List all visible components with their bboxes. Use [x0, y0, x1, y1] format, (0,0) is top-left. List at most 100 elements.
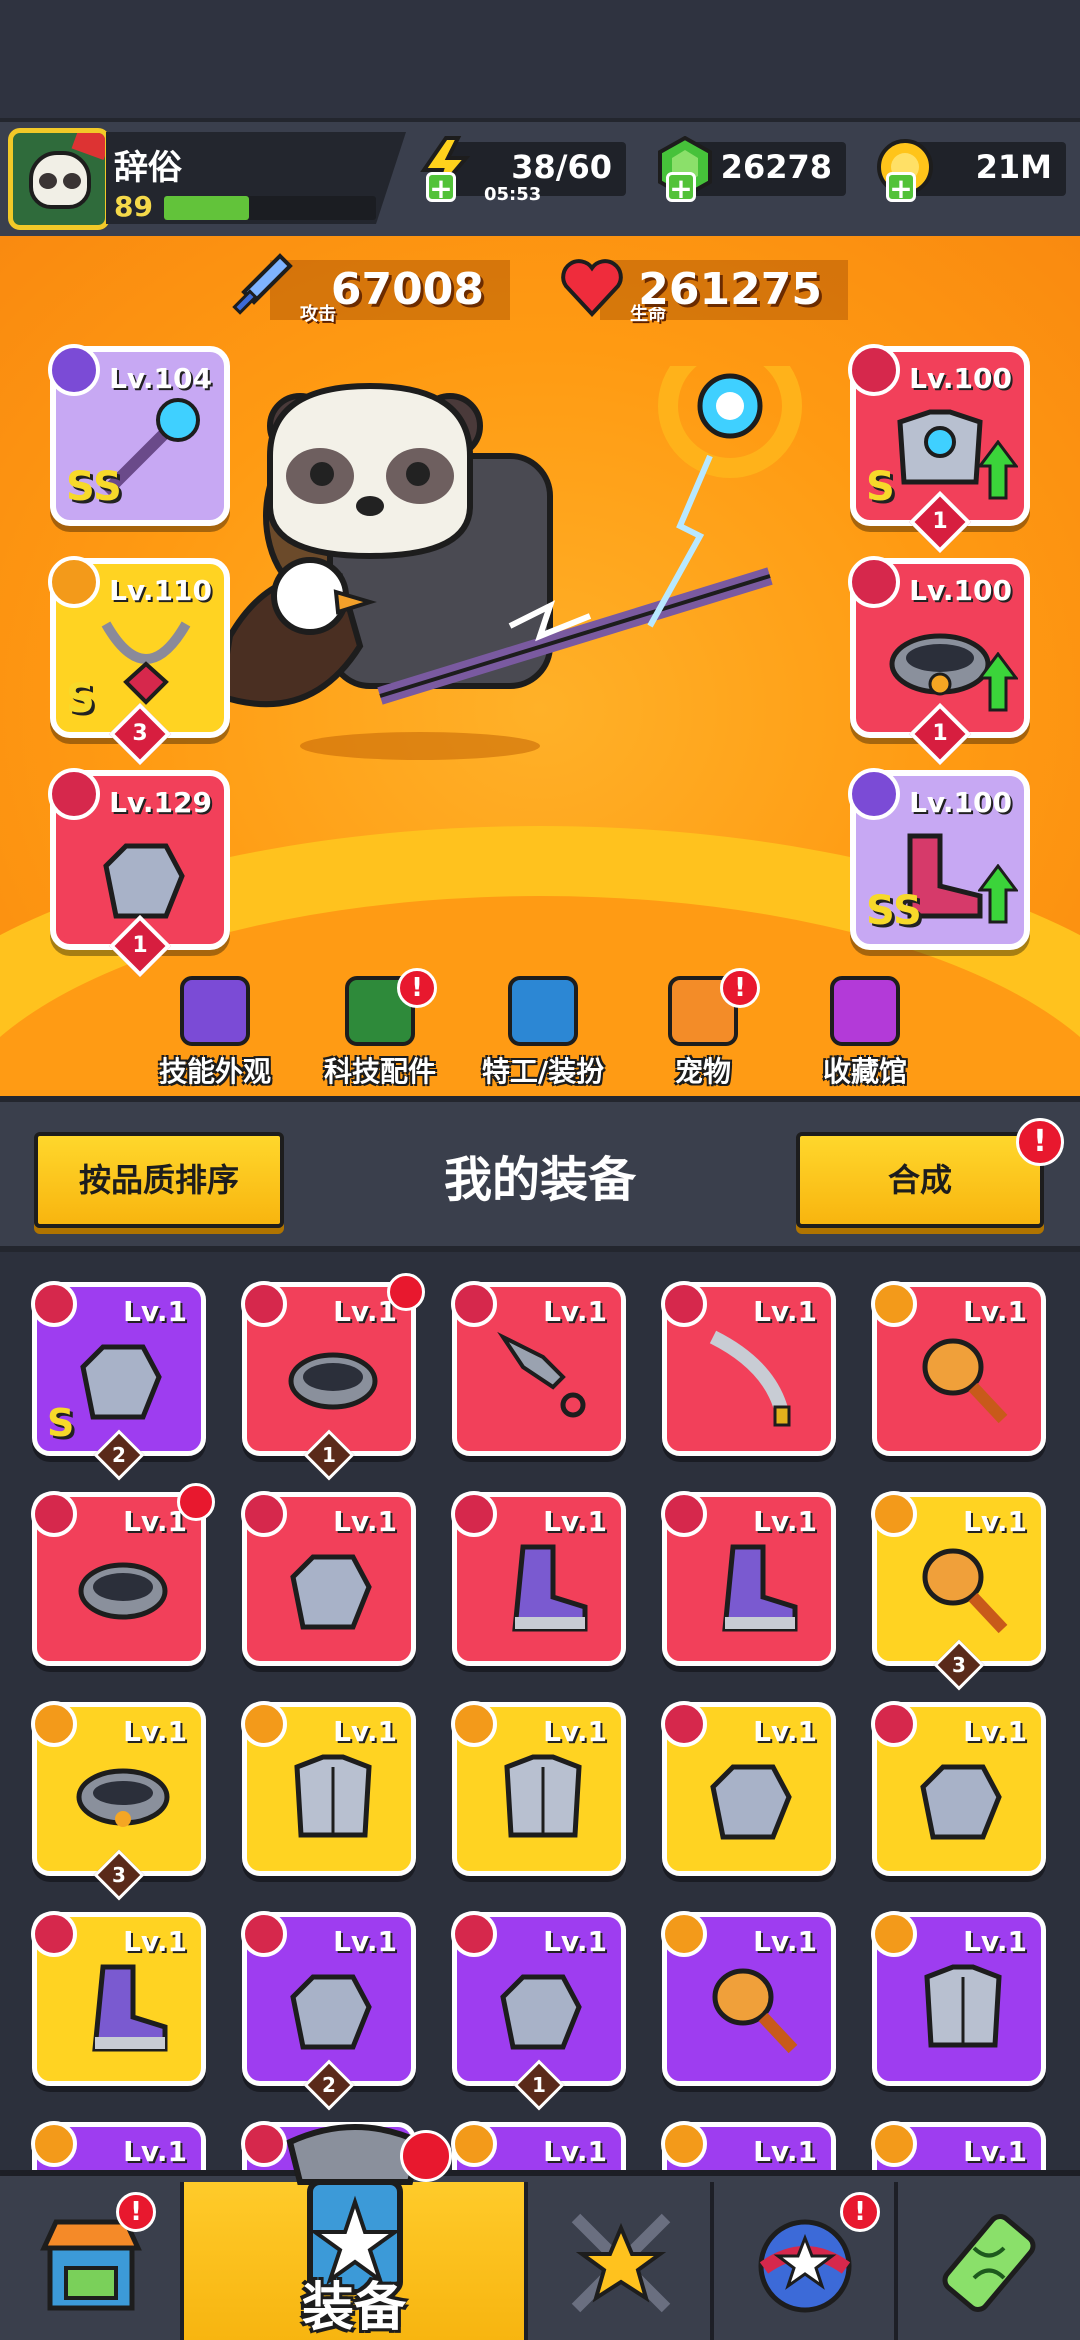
- attack-stat: 攻击 67008: [232, 253, 510, 325]
- belt-type-icon: [848, 556, 900, 608]
- star-count-text: 3: [132, 721, 148, 746]
- agent-outfit-icon: [508, 976, 578, 1046]
- inventory-item[interactable]: Lv.1 2: [241, 1911, 416, 2111]
- inventory-item[interactable]: Lv.1: [31, 2121, 206, 2172]
- equipped-slot-belt[interactable]: Lv.100 1: [848, 556, 1030, 766]
- hero-showcase: 攻击 67008 生命 261275 Lv.104 SS Lv.110 S 3 …: [0, 236, 1080, 1096]
- inventory-item[interactable]: Lv.1: [871, 2121, 1046, 2172]
- nav-shop[interactable]: !: [0, 2182, 184, 2340]
- glove-icon: [290, 1974, 372, 2050]
- item-new-badge: [177, 1483, 215, 1521]
- attack-value: 67008: [330, 264, 484, 315]
- item-level: Lv.1: [543, 1715, 607, 1748]
- heart-icon: [561, 259, 623, 317]
- shortcut-agent-outfit[interactable]: 特工/装扮: [468, 976, 618, 1096]
- item-star-count: 2: [93, 1429, 145, 1481]
- item-level: Lv.1: [963, 1925, 1027, 1958]
- item-type-icon: [31, 1911, 77, 1957]
- item-star-count: 3: [933, 1639, 985, 1691]
- upgrade-arrow-icon: [978, 440, 1018, 500]
- bottom-navigation: ! 装备 !: [0, 2124, 1080, 2340]
- shortcut-label: 收藏馆: [822, 1055, 907, 1088]
- boots-icon: [722, 1544, 798, 1632]
- item-level: Lv.1: [963, 2135, 1027, 2168]
- shortcut-label: 特工/装扮: [481, 1055, 605, 1088]
- shortcut-label: 宠物: [674, 1055, 731, 1088]
- item-rank: S: [47, 1401, 75, 1445]
- star-count-text: 1: [932, 721, 948, 746]
- equipped-slot-glove[interactable]: Lv.129 1: [48, 768, 230, 978]
- inventory-item[interactable]: Lv.1: [451, 1491, 626, 1666]
- inventory-item[interactable]: Lv.1 1: [241, 1273, 425, 1481]
- armor-icon: [924, 1964, 1002, 2048]
- belt-icon: [76, 1768, 170, 1827]
- inventory-item[interactable]: Lv.1: [241, 1701, 416, 1876]
- nav-lab[interactable]: [898, 2182, 1080, 2340]
- inventory-item[interactable]: Lv.1: [661, 1491, 836, 1666]
- star-count-text: 1: [132, 933, 148, 958]
- tech-parts-alert-badge: !: [397, 968, 437, 1008]
- item-star-count: 2: [303, 2059, 355, 2111]
- item-count-text: 1: [532, 2073, 546, 2097]
- equipment-header: 按品质排序 我的装备 合成 !: [0, 1096, 1080, 1252]
- inventory-item[interactable]: Lv.1 S 2: [31, 1281, 206, 1481]
- item-level: Lv.1: [333, 1505, 397, 1538]
- upgrade-arrow-icon: [978, 864, 1018, 924]
- nav-events[interactable]: !: [714, 2182, 898, 2340]
- shortcut-collection[interactable]: 收藏馆: [790, 976, 940, 1096]
- collection-chest-icon: [830, 976, 900, 1046]
- inventory-item[interactable]: Lv.1 3: [31, 1701, 206, 1901]
- item-count-text: 3: [952, 1653, 966, 1677]
- equipped-slot-armor[interactable]: Lv.100 S 1: [848, 344, 1030, 554]
- glove-icon: [500, 1974, 582, 2050]
- coins-counter[interactable]: + 21M: [877, 139, 1066, 203]
- item-level: Lv.1: [123, 1295, 187, 1328]
- equipped-slot-weapon[interactable]: Lv.104 SS: [48, 344, 230, 526]
- inventory-item[interactable]: Lv.1: [451, 2121, 626, 2172]
- item-level: Lv.1: [123, 1925, 187, 1958]
- item-level: Lv.1: [543, 2135, 607, 2168]
- item-level: Lv.1: [123, 2135, 187, 2168]
- gems-counter[interactable]: + 26278: [658, 136, 846, 203]
- shortcut-pets[interactable]: ! 宠物: [628, 968, 778, 1096]
- inventory-item[interactable]: Lv.1: [871, 1701, 1046, 1876]
- slot-rank: S: [66, 676, 95, 722]
- slot-level: Lv.129: [109, 786, 212, 819]
- inventory-item[interactable]: Lv.1: [661, 1281, 836, 1456]
- item-type-icon: [241, 1491, 287, 1537]
- item-level: Lv.1: [543, 1505, 607, 1538]
- glove-icon: [710, 1764, 792, 1840]
- inventory-item[interactable]: Lv.1: [661, 1911, 836, 2086]
- inventory-item[interactable]: Lv.1 1: [451, 1911, 626, 2111]
- inventory-item[interactable]: Lv.1: [451, 1281, 626, 1456]
- shortcut-tech-parts[interactable]: ! 科技配件: [305, 968, 455, 1096]
- equipped-slot-boots[interactable]: Lv.100 SS: [848, 768, 1030, 950]
- item-type-icon: [31, 1281, 77, 1327]
- add-gems-button[interactable]: +: [666, 172, 696, 203]
- inventory-item[interactable]: Lv.1: [241, 1491, 416, 1666]
- equipped-slot-necklace[interactable]: Lv.110 S 3: [48, 556, 230, 766]
- inventory-item[interactable]: Lv.1: [871, 1281, 1046, 1456]
- necklace-type-icon: [48, 556, 100, 608]
- add-energy-button[interactable]: +: [426, 172, 456, 203]
- nav-equipment[interactable]: 装备: [184, 2124, 528, 2340]
- glove-icon: [103, 843, 185, 919]
- item-level: Lv.1: [963, 1505, 1027, 1538]
- inventory-item[interactable]: Lv.1: [661, 2121, 836, 2172]
- inventory-item[interactable]: Lv.1: [31, 1483, 215, 1666]
- shortcut-skill-skins[interactable]: 技能外观: [140, 976, 290, 1096]
- add-coins-button[interactable]: +: [886, 172, 916, 203]
- item-type-icon: [871, 1701, 917, 1747]
- inventory-item[interactable]: Lv.1: [871, 1911, 1046, 2086]
- inventory-item[interactable]: Lv.1: [661, 1701, 836, 1876]
- inventory-item[interactable]: Lv.1: [451, 1701, 626, 1876]
- nav-battle[interactable]: [528, 2182, 714, 2340]
- item-count-text: 2: [112, 1443, 126, 1467]
- inventory-item[interactable]: Lv.1 3: [871, 1491, 1046, 1691]
- item-level: Lv.1: [963, 1715, 1027, 1748]
- xp-bar-fill: [164, 196, 249, 220]
- slot-level: Lv.104: [109, 362, 212, 395]
- merge-button[interactable]: 合成: [796, 1132, 1044, 1228]
- player-avatar[interactable]: [8, 128, 110, 230]
- inventory-item[interactable]: Lv.1: [31, 1911, 206, 2086]
